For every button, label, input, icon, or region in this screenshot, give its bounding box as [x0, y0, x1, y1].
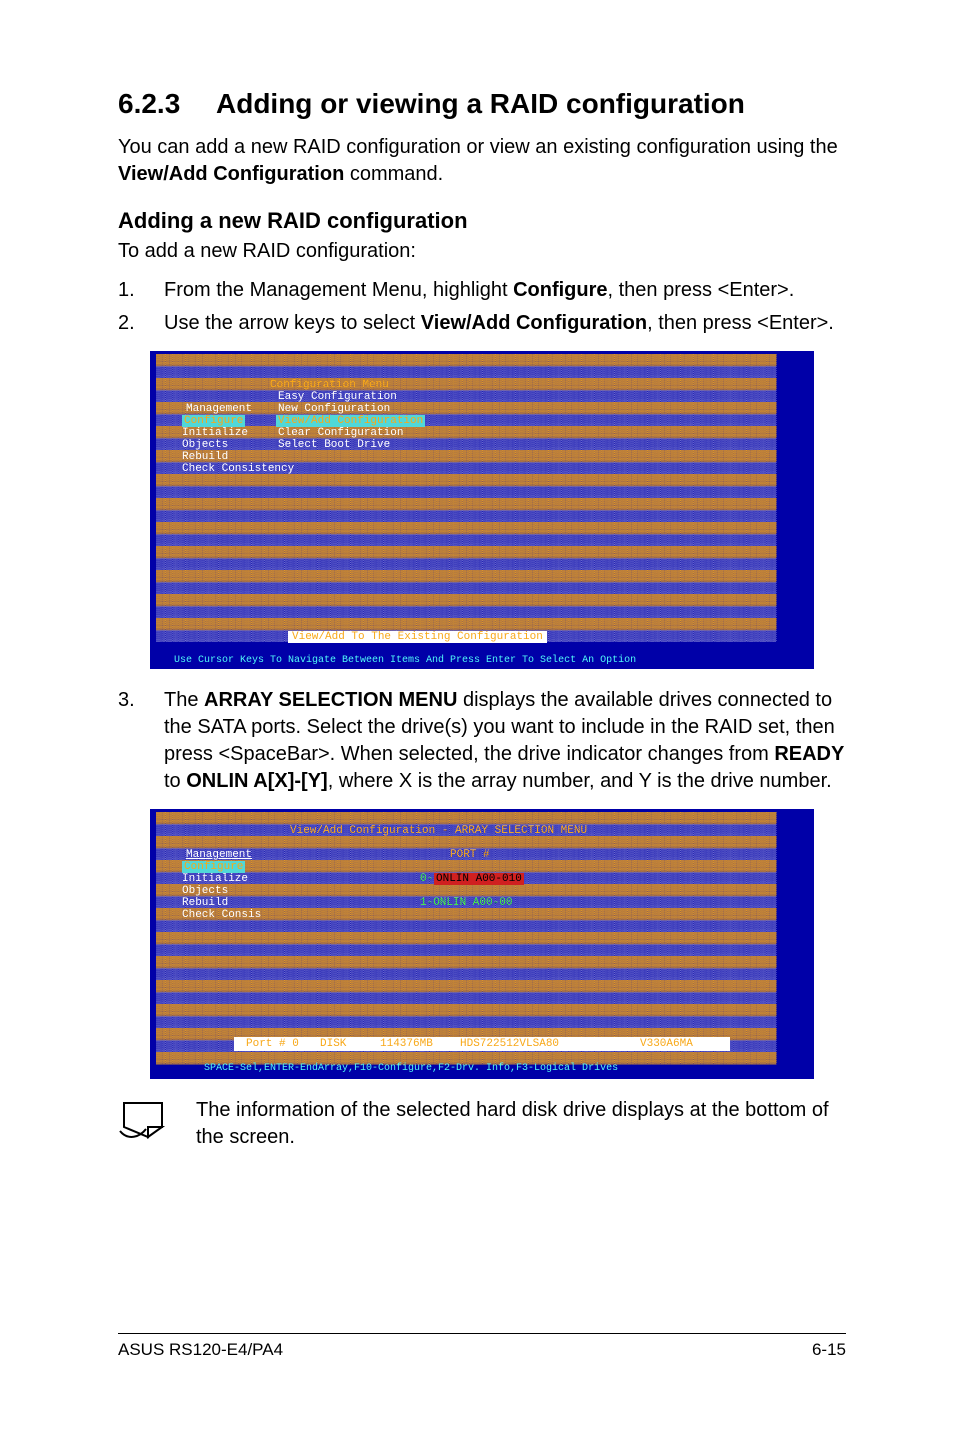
- subheading: Adding a new RAID configuration: [118, 208, 846, 234]
- bios1-clear: Clear Configuration: [278, 427, 403, 439]
- bios2-row0-highlight: ONLIN A00-010: [434, 873, 524, 885]
- step-3: 3. The ARRAY SELECTION MENU displays the…: [118, 687, 846, 795]
- bios2-driveinfo-size: 114376MB: [380, 1038, 433, 1050]
- bios2-initialize: Initialize: [182, 873, 248, 885]
- page-footer: ASUS RS120-E4/PA4 6-15: [118, 1333, 846, 1360]
- intro-paragraph: You can add a new RAID configuration or …: [118, 134, 846, 188]
- step-body: From the Management Menu, highlight Conf…: [164, 277, 846, 304]
- note-block: The information of the selected hard dis…: [118, 1097, 846, 1151]
- section-heading: 6.2.3 Adding or viewing a RAID configura…: [118, 88, 846, 120]
- bios1-selectboot: Select Boot Drive: [278, 439, 390, 451]
- bios2-row1: 1-ONLIN A00-00: [420, 897, 512, 909]
- bios-screenshot-array-selection: ▓▓▓▓▓▓▓▓▓▓▓▓▓▓▓▓▓▓▓▓▓▓▓▓▓▓▓▓▓▓▓▓▓▓▓▓▓▓▓▓…: [150, 809, 814, 1079]
- bios1-help: Use Cursor Keys To Navigate Between Item…: [174, 655, 636, 667]
- footer-right: 6-15: [812, 1340, 846, 1360]
- step3-g: , where X is the array number, and Y is …: [328, 770, 832, 792]
- step3-a: The: [164, 689, 204, 711]
- bios2-row0-prefix: 0-: [420, 873, 433, 885]
- step3-d: READY: [774, 743, 844, 765]
- bios2-title: View/Add Configuration - ARRAY SELECTION…: [290, 825, 587, 837]
- intro-text-c: command.: [344, 163, 443, 185]
- bios2-management: Management: [186, 849, 252, 861]
- bios2-rebuild: Rebuild: [182, 897, 228, 909]
- step-body: The ARRAY SELECTION MENU displays the av…: [164, 687, 846, 795]
- step-body: Use the arrow keys to select View/Add Co…: [164, 310, 846, 337]
- bios2-objects: Objects: [182, 885, 228, 897]
- step-number: 2.: [118, 310, 164, 337]
- section-title: Adding or viewing a RAID configuration: [216, 88, 745, 120]
- bios1-rebuild: Rebuild: [182, 451, 228, 463]
- bios2-driveinfo-model: HDS722512VLSA80: [460, 1038, 559, 1050]
- step1-a: From the Management Menu, highlight: [164, 279, 513, 301]
- bios2-driveinfo-serial: V330A6MA: [640, 1038, 693, 1050]
- bios2-help: SPACE-Sel,ENTER-EndArray,F10-Configure,F…: [204, 1063, 618, 1075]
- bios1-status: View/Add To The Existing Configuration: [288, 631, 547, 643]
- section-number: 6.2.3: [118, 88, 216, 120]
- step-number: 1.: [118, 277, 164, 304]
- bios2-check: Check Consis: [182, 909, 261, 921]
- note-text: The information of the selected hard dis…: [196, 1097, 846, 1151]
- bios-screenshot-config-menu: ▓▓▓▓▓▓▓▓▓▓▓▓▓▓▓▓▓▓▓▓▓▓▓▓▓▓▓▓▓▓▓▓▓▓▓▓▓▓▓▓…: [150, 351, 814, 669]
- intro-bold-viewadd: View/Add Configuration: [118, 163, 344, 185]
- step2-c: , then press <Enter>.: [647, 312, 834, 334]
- step3-b: ARRAY SELECTION MENU: [204, 689, 457, 711]
- bios1-title: Configuration Menu: [270, 379, 389, 391]
- bios1-viewadd: View/Add Configuration: [276, 415, 425, 427]
- step1-c: , then press <Enter>.: [608, 279, 795, 301]
- bios1-easy: Easy Configuration: [278, 391, 397, 403]
- lead-text: To add a new RAID configuration:: [118, 240, 846, 263]
- bios2-port-header: PORT #: [450, 849, 490, 861]
- step3-e: to: [164, 770, 186, 792]
- step2-a: Use the arrow keys to select: [164, 312, 421, 334]
- step-2: 2. Use the arrow keys to select View/Add…: [118, 310, 846, 337]
- intro-text-a: You can add a new RAID configuration or …: [118, 136, 838, 158]
- bios2-driveinfo-prefix: Port # 0: [246, 1038, 299, 1050]
- bios1-new: New Configuration: [278, 403, 390, 415]
- step-1: 1. From the Management Menu, highlight C…: [118, 277, 846, 304]
- bios2-driveinfo-disk: DISK: [320, 1038, 346, 1050]
- note-icon: [118, 1097, 172, 1141]
- bios1-check: Check Consistency: [182, 463, 294, 475]
- step-number: 3.: [118, 687, 164, 795]
- step2-bold: View/Add Configuration: [421, 312, 647, 334]
- bios1-management: Management: [186, 403, 252, 415]
- bios1-initialize: Initialize: [182, 427, 248, 439]
- bios2-configure: Configure: [182, 861, 245, 873]
- bios1-objects: Objects: [182, 439, 228, 451]
- step1-bold: Configure: [513, 279, 607, 301]
- bios1-configure: Configure: [182, 415, 245, 427]
- step3-f: ONLIN A[X]-[Y]: [186, 770, 327, 792]
- footer-left: ASUS RS120-E4/PA4: [118, 1340, 283, 1360]
